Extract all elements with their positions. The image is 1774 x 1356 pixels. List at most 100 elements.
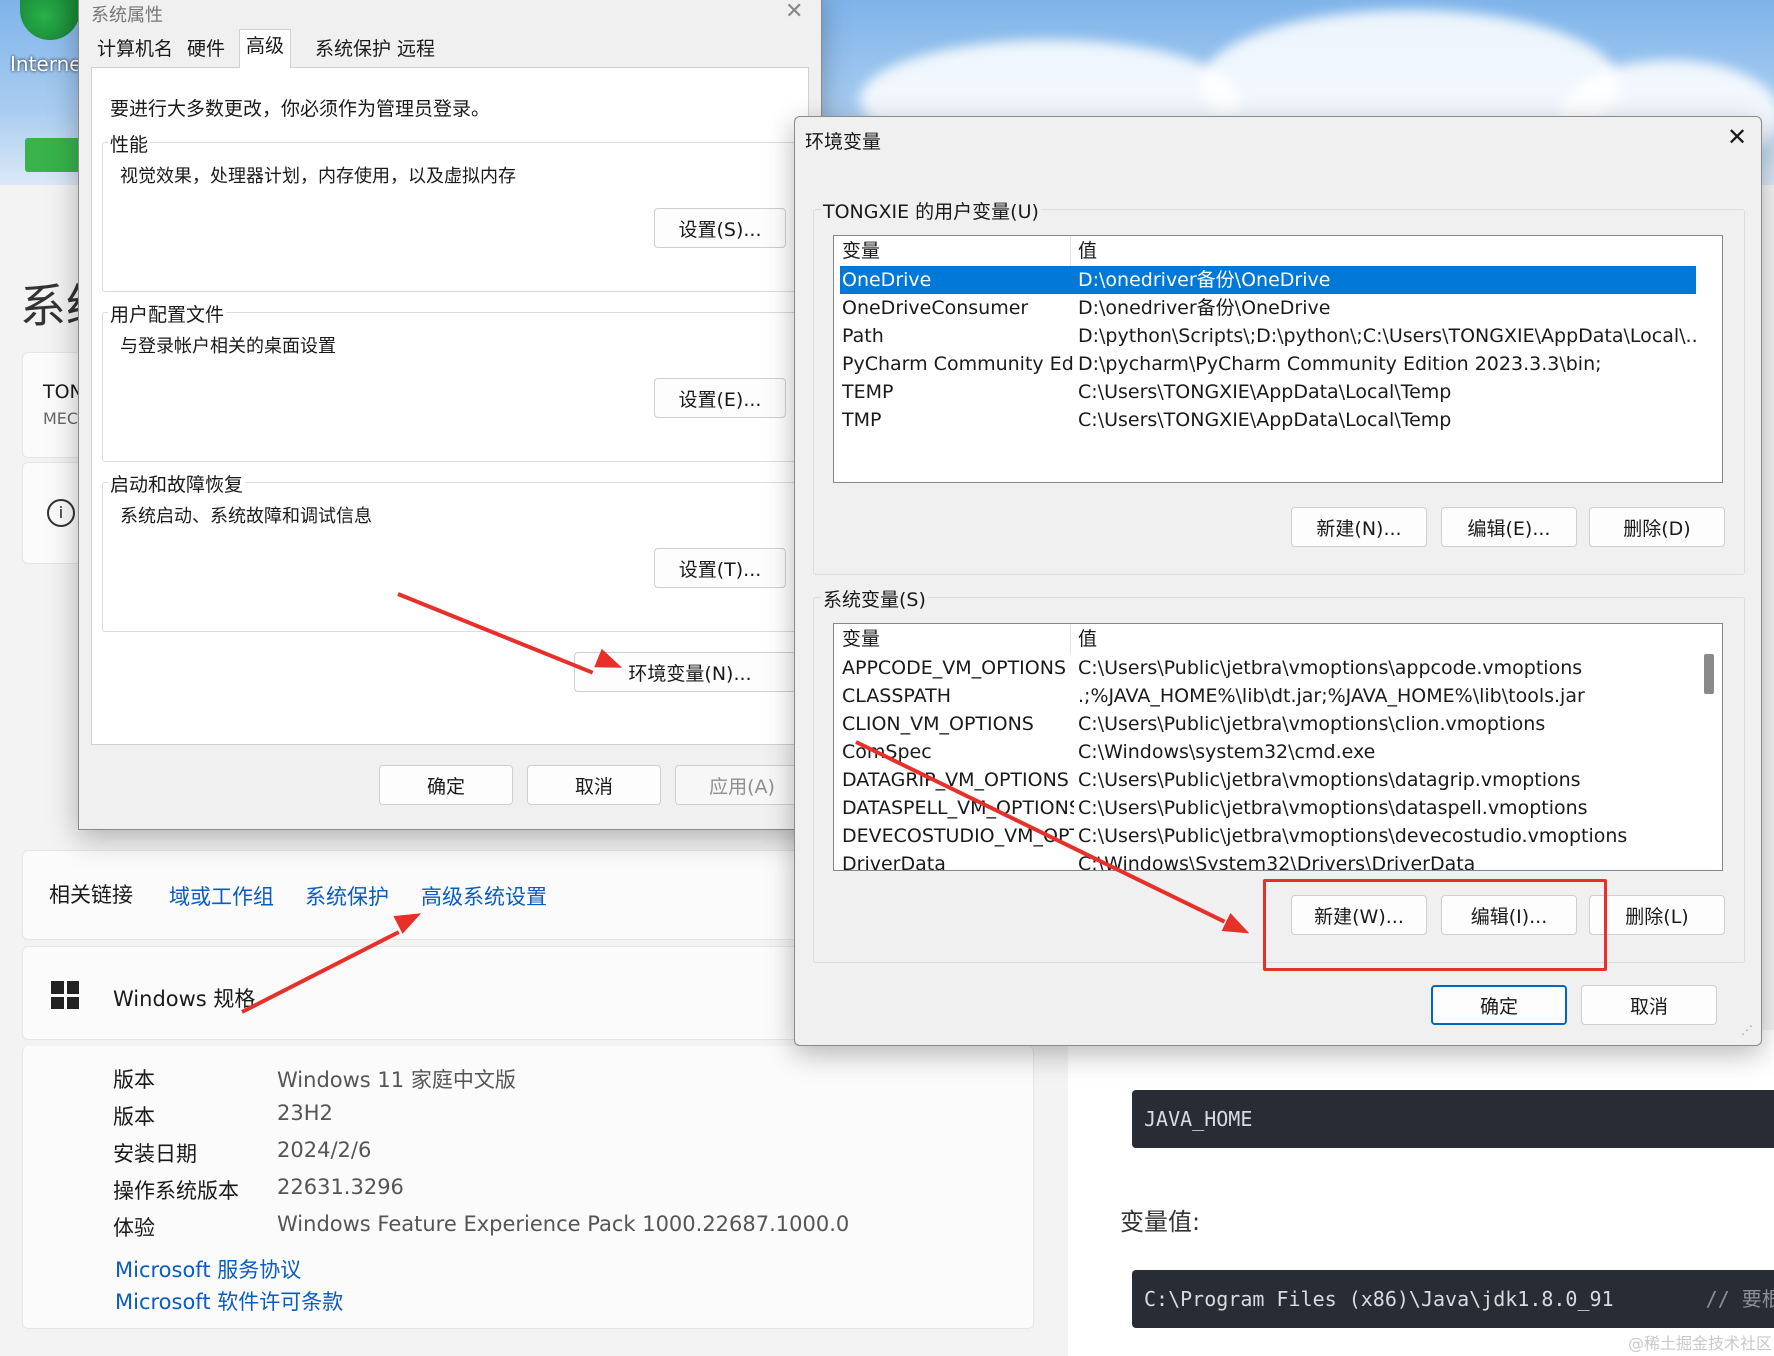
list-item[interactable]: TMP C:\Users\TONGXIE\AppData\Local\Temp xyxy=(840,406,1696,434)
var-value: C:\Windows\System32\Drivers\DriverData xyxy=(1078,853,1476,871)
list-header: 变量 值 xyxy=(834,624,1722,654)
var-value: C:\Users\TONGXIE\AppData\Local\Temp xyxy=(1078,409,1452,431)
tab-advanced[interactable]: 高级 xyxy=(239,29,292,68)
code-var-name: JAVA_HOME xyxy=(1132,1090,1774,1148)
var-value: C:\Users\TONGXIE\AppData\Local\Temp xyxy=(1078,381,1452,403)
tab-computer-name[interactable]: 计算机名 xyxy=(91,33,179,65)
startup-desc: 系统启动、系统故障和调试信息 xyxy=(120,506,372,527)
performance-settings-button[interactable]: 设置(S)... xyxy=(654,208,786,248)
info-icon: i xyxy=(47,499,75,527)
var-name: OneDriveConsumer xyxy=(842,297,1029,319)
spec-value: 2024/2/6 xyxy=(277,1138,372,1162)
desktop-app-icon[interactable] xyxy=(25,138,80,172)
column-header-value[interactable]: 值 xyxy=(1078,236,1097,266)
list-item[interactable]: OneDriveConsumer D:\onedriver备份\OneDrive xyxy=(840,294,1696,322)
scrollbar-thumb[interactable] xyxy=(1704,654,1714,694)
link-ms-license-terms[interactable]: Microsoft 软件许可条款 xyxy=(115,1286,343,1316)
close-icon[interactable]: ✕ xyxy=(785,0,803,24)
var-value: C:\Users\Public\jetbra\vmoptions\devecos… xyxy=(1078,825,1628,847)
list-item[interactable]: ComSpec C:\Windows\system32\cmd.exe xyxy=(840,738,1696,766)
system-properties-dialog: 系统属性 ✕ 计算机名 硬件 高级 系统保护 远程 要进行大多数更改，你必须作为… xyxy=(78,0,822,830)
var-value: C:\Users\Public\jetbra\vmoptions\appcode… xyxy=(1078,657,1583,679)
environment-variables-dialog: 环境变量 ✕ TONGXIE 的用户变量(U) 变量 值 OneDrive D:\… xyxy=(794,116,1762,1046)
code-text: JAVA_HOME xyxy=(1144,1107,1253,1131)
windows-spec-details: 版本 Windows 11 家庭中文版 版本 23H2 安装日期 2024/2/… xyxy=(22,1046,1034,1329)
resize-grip-icon[interactable]: ⋰ xyxy=(1741,1023,1753,1037)
column-header-value[interactable]: 值 xyxy=(1078,624,1097,654)
link-domain-workgroup[interactable]: 域或工作组 xyxy=(169,881,274,911)
tab-system-protection[interactable]: 系统保护 xyxy=(309,33,397,65)
user-delete-button[interactable]: 删除(D) xyxy=(1589,507,1725,547)
list-item[interactable]: APPCODE_VM_OPTIONS C:\Users\Public\jetbra… xyxy=(840,654,1696,682)
var-name: DEVECOSTUDIO_VM_OPTIO... xyxy=(842,825,1074,847)
var-name: TEMP xyxy=(842,381,894,403)
list-item[interactable]: PyCharm Community EditionD:\pycharm\PyCh… xyxy=(840,350,1696,378)
system-vars-label: 系统变量(S) xyxy=(821,585,928,612)
link-ms-service-agreement[interactable]: Microsoft 服务协议 xyxy=(115,1254,301,1284)
link-advanced-system-settings[interactable]: 高级系统设置 xyxy=(421,881,547,911)
var-name: Path xyxy=(842,325,884,347)
var-name: CLION_VM_OPTIONS xyxy=(842,713,1034,735)
related-links-label: 相关链接 xyxy=(49,883,133,907)
windows-spec-title: Windows 规格 xyxy=(113,987,256,1011)
watermark: @稀土掘金技术社区 xyxy=(1628,1334,1773,1353)
list-item[interactable]: DriverData C:\Windows\System32\Drivers\Dr… xyxy=(840,850,1696,871)
list-item[interactable]: CLASSPATH .;%JAVA_HOME%\lib\dt.jar;%JAVA_… xyxy=(840,682,1696,710)
device-model: MEC xyxy=(43,409,79,428)
spec-key: 体验 xyxy=(113,1216,155,1240)
spec-value: 22631.3296 xyxy=(277,1175,404,1199)
user-new-button[interactable]: 新建(N)... xyxy=(1291,507,1427,547)
performance-desc: 视觉效果，处理器计划，内存使用，以及虚拟内存 xyxy=(120,166,516,187)
dialog-title: 环境变量 xyxy=(805,131,882,153)
var-name: TMP xyxy=(842,409,882,431)
code-text: C:\Program Files (x86)\Java\jdk1.8.0_91 xyxy=(1144,1287,1614,1311)
var-name: DATASPELL_VM_OPTIONS xyxy=(842,797,1074,819)
desktop-icon-label: Internet Download xyxy=(10,52,80,76)
var-name: PyCharm Community Edition xyxy=(842,353,1074,375)
var-name: OneDrive xyxy=(842,269,932,291)
system-vars-list[interactable]: 变量 值 APPCODE_VM_OPTIONS C:\Users\Public\j… xyxy=(833,623,1723,871)
startup-label: 启动和故障恢复 xyxy=(108,470,246,497)
ok-button[interactable]: 确定 xyxy=(1431,985,1567,1025)
list-item[interactable]: Path D:\python\Scripts\;D:\python\;C:\Use… xyxy=(840,322,1696,350)
highlight-box xyxy=(1263,879,1607,971)
apply-button[interactable]: 应用(A) xyxy=(675,765,809,805)
system-delete-button[interactable]: 删除(L) xyxy=(1589,895,1725,935)
var-value: D:\onedriver备份\OneDrive xyxy=(1078,269,1331,291)
spec-key: 版本 xyxy=(113,1068,155,1092)
tab-remote[interactable]: 远程 xyxy=(391,33,441,65)
list-item[interactable]: OneDrive D:\onedriver备份\OneDrive xyxy=(840,266,1696,294)
list-item[interactable]: DEVECOSTUDIO_VM_OPTIO...C:\Users\Public\… xyxy=(840,822,1696,850)
var-value: .;%JAVA_HOME%\lib\dt.jar;%JAVA_HOME%\lib… xyxy=(1078,685,1585,707)
startup-settings-button[interactable]: 设置(T)... xyxy=(654,548,786,588)
tab-hardware[interactable]: 硬件 xyxy=(181,33,231,65)
spec-key: 安装日期 xyxy=(113,1142,197,1166)
var-name: DriverData xyxy=(842,853,946,871)
spec-key: 操作系统版本 xyxy=(113,1179,239,1203)
cancel-button[interactable]: 取消 xyxy=(1581,985,1717,1025)
user-edit-button[interactable]: 编辑(E)... xyxy=(1441,507,1577,547)
profile-settings-button[interactable]: 设置(E)... xyxy=(654,378,786,418)
list-item[interactable]: DATAGRIP_VM_OPTIONS C:\Users\Public\jetbr… xyxy=(840,766,1696,794)
profile-desc: 与登录帐户相关的桌面设置 xyxy=(120,336,336,357)
var-value: D:\onedriver备份\OneDrive xyxy=(1078,297,1331,319)
spec-value: Windows 11 家庭中文版 xyxy=(277,1068,516,1092)
var-value: D:\pycharm\PyCharm Community Edition 202… xyxy=(1078,353,1602,375)
column-header-variable[interactable]: 变量 xyxy=(842,624,880,654)
link-system-protection[interactable]: 系统保护 xyxy=(305,881,389,911)
var-value: C:\Users\Public\jetbra\vmoptions\datagri… xyxy=(1078,769,1581,791)
list-item[interactable]: CLION_VM_OPTIONS C:\Users\Public\jetbra\v… xyxy=(840,710,1696,738)
var-name: APPCODE_VM_OPTIONS xyxy=(842,657,1067,679)
admin-note: 要进行大多数更改，你必须作为管理员登录。 xyxy=(110,98,491,120)
close-icon[interactable]: ✕ xyxy=(1727,123,1747,151)
var-value: C:\Users\Public\jetbra\vmoptions\clion.v… xyxy=(1078,713,1546,735)
user-vars-list[interactable]: 变量 值 OneDrive D:\onedriver备份\OneDrive One… xyxy=(833,235,1723,483)
user-vars-label: TONGXIE 的用户变量(U) xyxy=(821,197,1041,224)
var-value: C:\Users\Public\jetbra\vmoptions\dataspe… xyxy=(1078,797,1588,819)
cancel-button[interactable]: 取消 xyxy=(527,765,661,805)
code-comment: // 要根据 xyxy=(1705,1287,1774,1311)
blog-panel: 变量名: JAVA_HOME 变量值: C:\Program Files (x8… xyxy=(1068,1030,1774,1356)
ok-button[interactable]: 确定 xyxy=(379,765,513,805)
list-item[interactable]: TEMP C:\Users\TONGXIE\AppData\Local\Temp xyxy=(840,378,1696,406)
column-header-variable[interactable]: 变量 xyxy=(842,236,880,266)
